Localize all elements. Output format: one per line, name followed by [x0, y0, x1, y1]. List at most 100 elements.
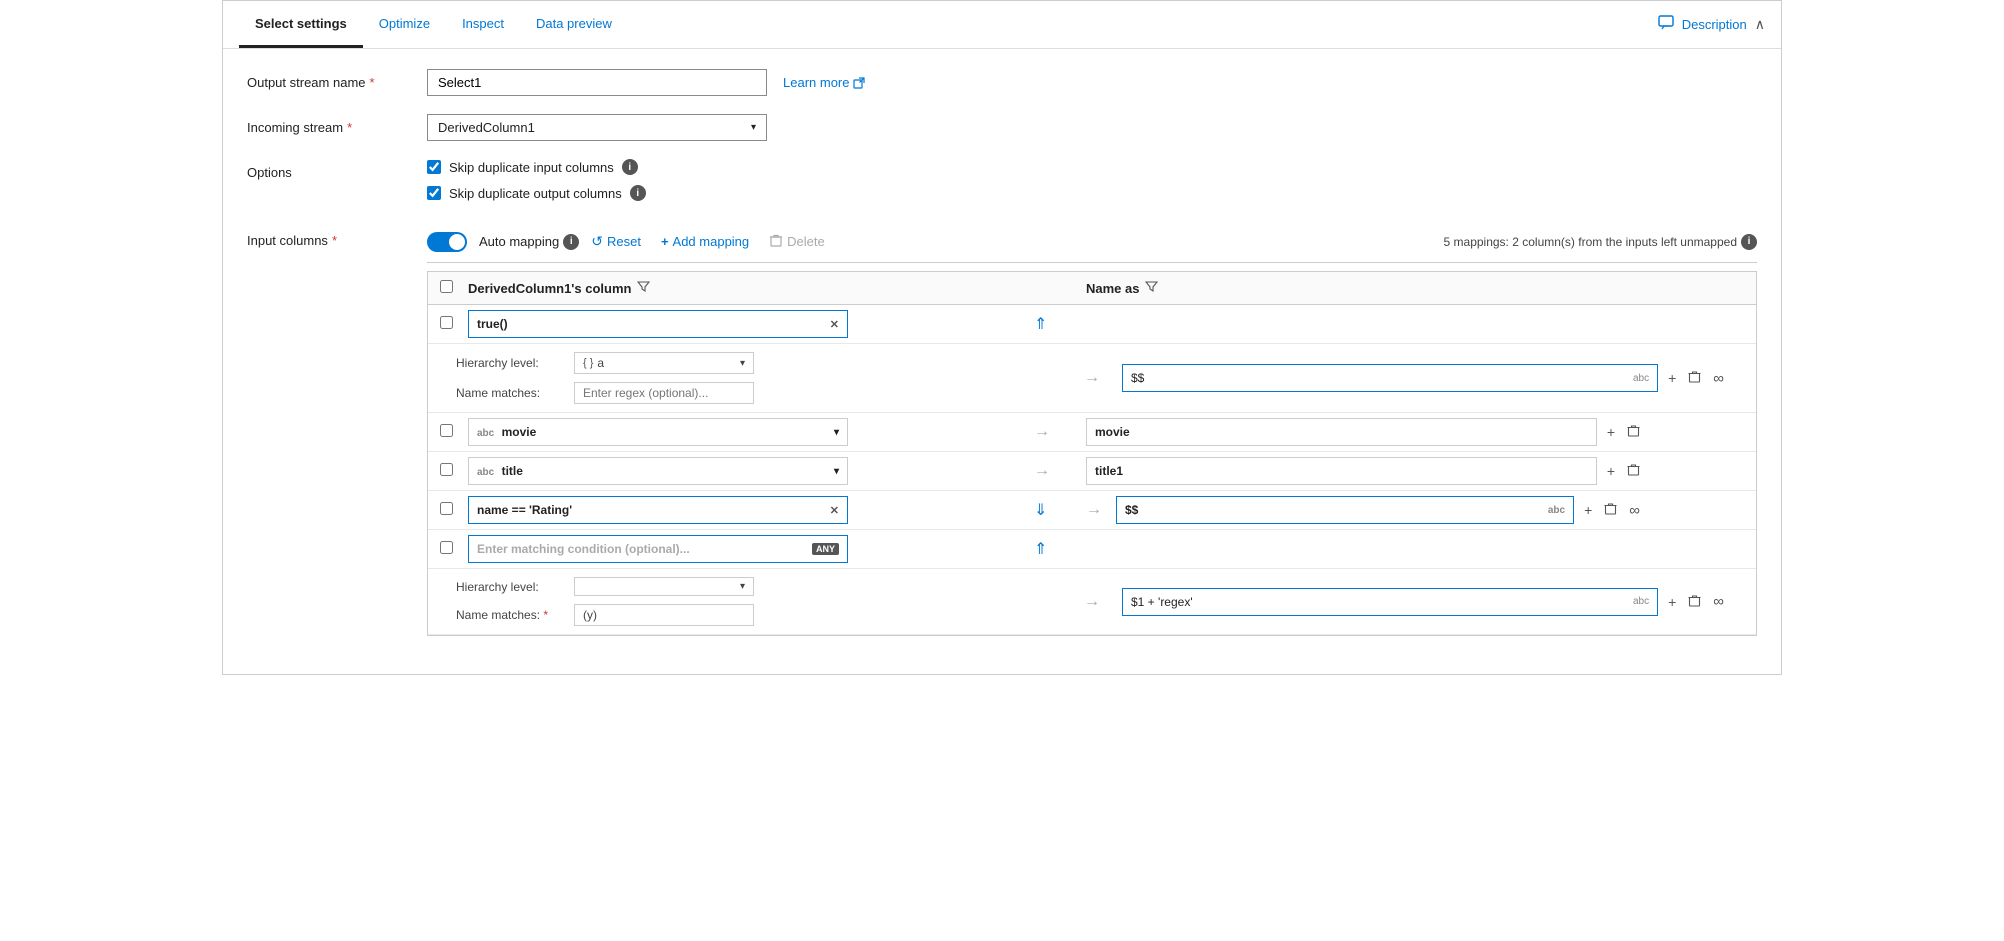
output-stream-row: Output stream name* Learn more	[247, 69, 1757, 96]
mapping-info-icon: i	[1741, 234, 1757, 250]
skip-duplicate-input-row: Skip duplicate input columns i	[427, 159, 1757, 175]
auto-mapping-label: Auto mapping	[479, 234, 559, 249]
row3-delete-button[interactable]	[1623, 461, 1644, 481]
output-stream-input[interactable]	[427, 69, 767, 96]
row5-checkbox[interactable]	[440, 541, 453, 554]
add-mapping-button[interactable]: + Add mapping	[653, 230, 757, 253]
row5-main: Enter matching condition (optional)... A…	[428, 530, 1756, 569]
external-link-icon	[853, 77, 865, 89]
skip-output-info-icon: i	[630, 185, 646, 201]
row1-hierarchy-field: Hierarchy level: { } a ▾	[456, 348, 1062, 378]
row1-delete-button[interactable]	[1684, 368, 1705, 388]
app-container: Select settings Optimize Inspect Data pr…	[222, 0, 1782, 675]
row3-actions: +	[1603, 461, 1644, 481]
target-column-header: Name as	[1086, 280, 1644, 296]
row3-checkbox[interactable]	[440, 463, 453, 476]
row2-source-input[interactable]: abc movie ▾	[468, 418, 848, 446]
row1-target-input[interactable]: $$ abc	[1122, 364, 1658, 392]
any-badge: ANY	[812, 543, 839, 555]
row1-link-button[interactable]: ∞	[1709, 368, 1728, 389]
row4-link-button[interactable]: ∞	[1625, 500, 1644, 521]
tab-select-settings[interactable]: Select settings	[239, 1, 363, 48]
mapping-info: 5 mappings: 2 column(s) from the inputs …	[1444, 234, 1757, 250]
row1-collapse-up-icon[interactable]: ⇑	[1026, 316, 1055, 333]
row1-name-matches-input[interactable]	[574, 382, 754, 404]
learn-more-text: Learn more	[783, 75, 849, 90]
row4-source-input[interactable]: name == 'Rating' ✕	[468, 496, 848, 524]
row4-collapse-down-icon[interactable]: ⇓	[1026, 502, 1055, 519]
input-columns-content: Auto mapping i ↺ Reset + Add mapping	[427, 229, 1757, 636]
row2-target-input[interactable]: movie	[1086, 418, 1597, 446]
row1-main: true() ✕ ⇑	[428, 305, 1756, 344]
tab-inspect[interactable]: Inspect	[446, 1, 520, 48]
row4-add-button[interactable]: +	[1580, 500, 1596, 520]
delete-button[interactable]: Delete	[761, 229, 833, 254]
reset-button[interactable]: ↺ Reset	[583, 229, 649, 254]
row5-name-matches-field: Name matches: * (y)	[456, 600, 1062, 630]
skip-duplicate-input-checkbox[interactable]	[427, 160, 441, 174]
row3-target-input[interactable]: title1	[1086, 457, 1597, 485]
row5-collapse-up-icon[interactable]: ⇑	[1026, 541, 1055, 558]
row1-hierarchy-input[interactable]: { } a ▾	[574, 352, 754, 374]
tab-bar: Select settings Optimize Inspect Data pr…	[223, 1, 1781, 49]
target-filter-icon[interactable]	[1145, 280, 1158, 296]
table-row: abc title ▾ → title1 +	[428, 452, 1756, 491]
auto-mapping-info-icon: i	[563, 234, 579, 250]
row3-add-button[interactable]: +	[1603, 461, 1619, 481]
select-all-checkbox[interactable]	[440, 280, 453, 293]
reset-icon: ↺	[591, 233, 603, 250]
row1-checkbox[interactable]	[440, 316, 453, 329]
row5-hierarchy-input[interactable]: ▾	[574, 577, 754, 596]
row5-source-input[interactable]: Enter matching condition (optional)... A…	[468, 535, 848, 563]
source-column-header: DerivedColumn1's column	[468, 280, 1026, 296]
row1-actions: + ∞	[1664, 368, 1728, 389]
table-row: true() ✕ ⇑	[428, 305, 1756, 413]
incoming-stream-content: DerivedColumn1 ▾	[427, 114, 1757, 141]
learn-more-link[interactable]: Learn more	[783, 75, 865, 90]
table-header: DerivedColumn1's column Name as	[428, 272, 1756, 305]
row2-add-button[interactable]: +	[1603, 422, 1619, 442]
input-columns-label: Input columns*	[247, 229, 427, 248]
collapse-icon[interactable]: ∧	[1755, 16, 1765, 33]
toolbar-divider	[427, 262, 1757, 263]
table-row: Enter matching condition (optional)... A…	[428, 530, 1756, 635]
row1-add-button[interactable]: +	[1664, 368, 1680, 388]
row5-target-input[interactable]: $1 + 'regex' abc	[1122, 588, 1658, 616]
row5-add-button[interactable]: +	[1664, 592, 1680, 612]
table-row: name == 'Rating' ✕ ⇓ → $$ abc	[428, 491, 1756, 530]
chat-icon	[1658, 15, 1674, 34]
row4-target-input[interactable]: $$ abc	[1116, 496, 1574, 524]
row4-actions: + ∞	[1580, 500, 1644, 521]
tab-data-preview[interactable]: Data preview	[520, 1, 628, 48]
mapping-table: DerivedColumn1's column Name as	[427, 271, 1757, 636]
main-content: Output stream name* Learn more Incoming …	[223, 49, 1781, 674]
skip-duplicate-input-label: Skip duplicate input columns	[449, 160, 614, 175]
row2-checkbox[interactable]	[440, 424, 453, 437]
auto-mapping-toggle[interactable]	[427, 232, 467, 252]
row4-delete-button[interactable]	[1600, 500, 1621, 520]
trash-icon	[769, 233, 783, 250]
source-filter-icon[interactable]	[637, 280, 650, 296]
incoming-stream-select[interactable]: DerivedColumn1 ▾	[427, 114, 767, 141]
row4-expression-icon: ✕	[830, 504, 839, 517]
row3-dropdown-icon: ▾	[834, 466, 839, 477]
incoming-stream-label: Incoming stream*	[247, 114, 427, 135]
tab-optimize[interactable]: Optimize	[363, 1, 446, 48]
row3-source-input[interactable]: abc title ▾	[468, 457, 848, 485]
output-stream-content: Learn more	[427, 69, 1757, 96]
row2-delete-button[interactable]	[1623, 422, 1644, 442]
table-row: abc movie ▾ → movie +	[428, 413, 1756, 452]
row5-name-matches-input[interactable]: (y)	[574, 604, 754, 626]
row5-sub: Hierarchy level: ▾ Name matches: *	[428, 569, 1756, 635]
description-button[interactable]: Description ∧	[1658, 15, 1765, 34]
options-row: Options Skip duplicate input columns i S…	[247, 159, 1757, 211]
options-label: Options	[247, 159, 427, 180]
skip-duplicate-output-checkbox[interactable]	[427, 186, 441, 200]
row1-source-input[interactable]: true() ✕	[468, 310, 848, 338]
row5-delete-button[interactable]	[1684, 592, 1705, 612]
plus-icon: +	[661, 234, 669, 249]
description-label: Description	[1682, 17, 1747, 32]
row4-checkbox[interactable]	[440, 502, 453, 515]
row5-link-button[interactable]: ∞	[1709, 591, 1728, 612]
row5-hierarchy-field: Hierarchy level: ▾	[456, 573, 1062, 600]
